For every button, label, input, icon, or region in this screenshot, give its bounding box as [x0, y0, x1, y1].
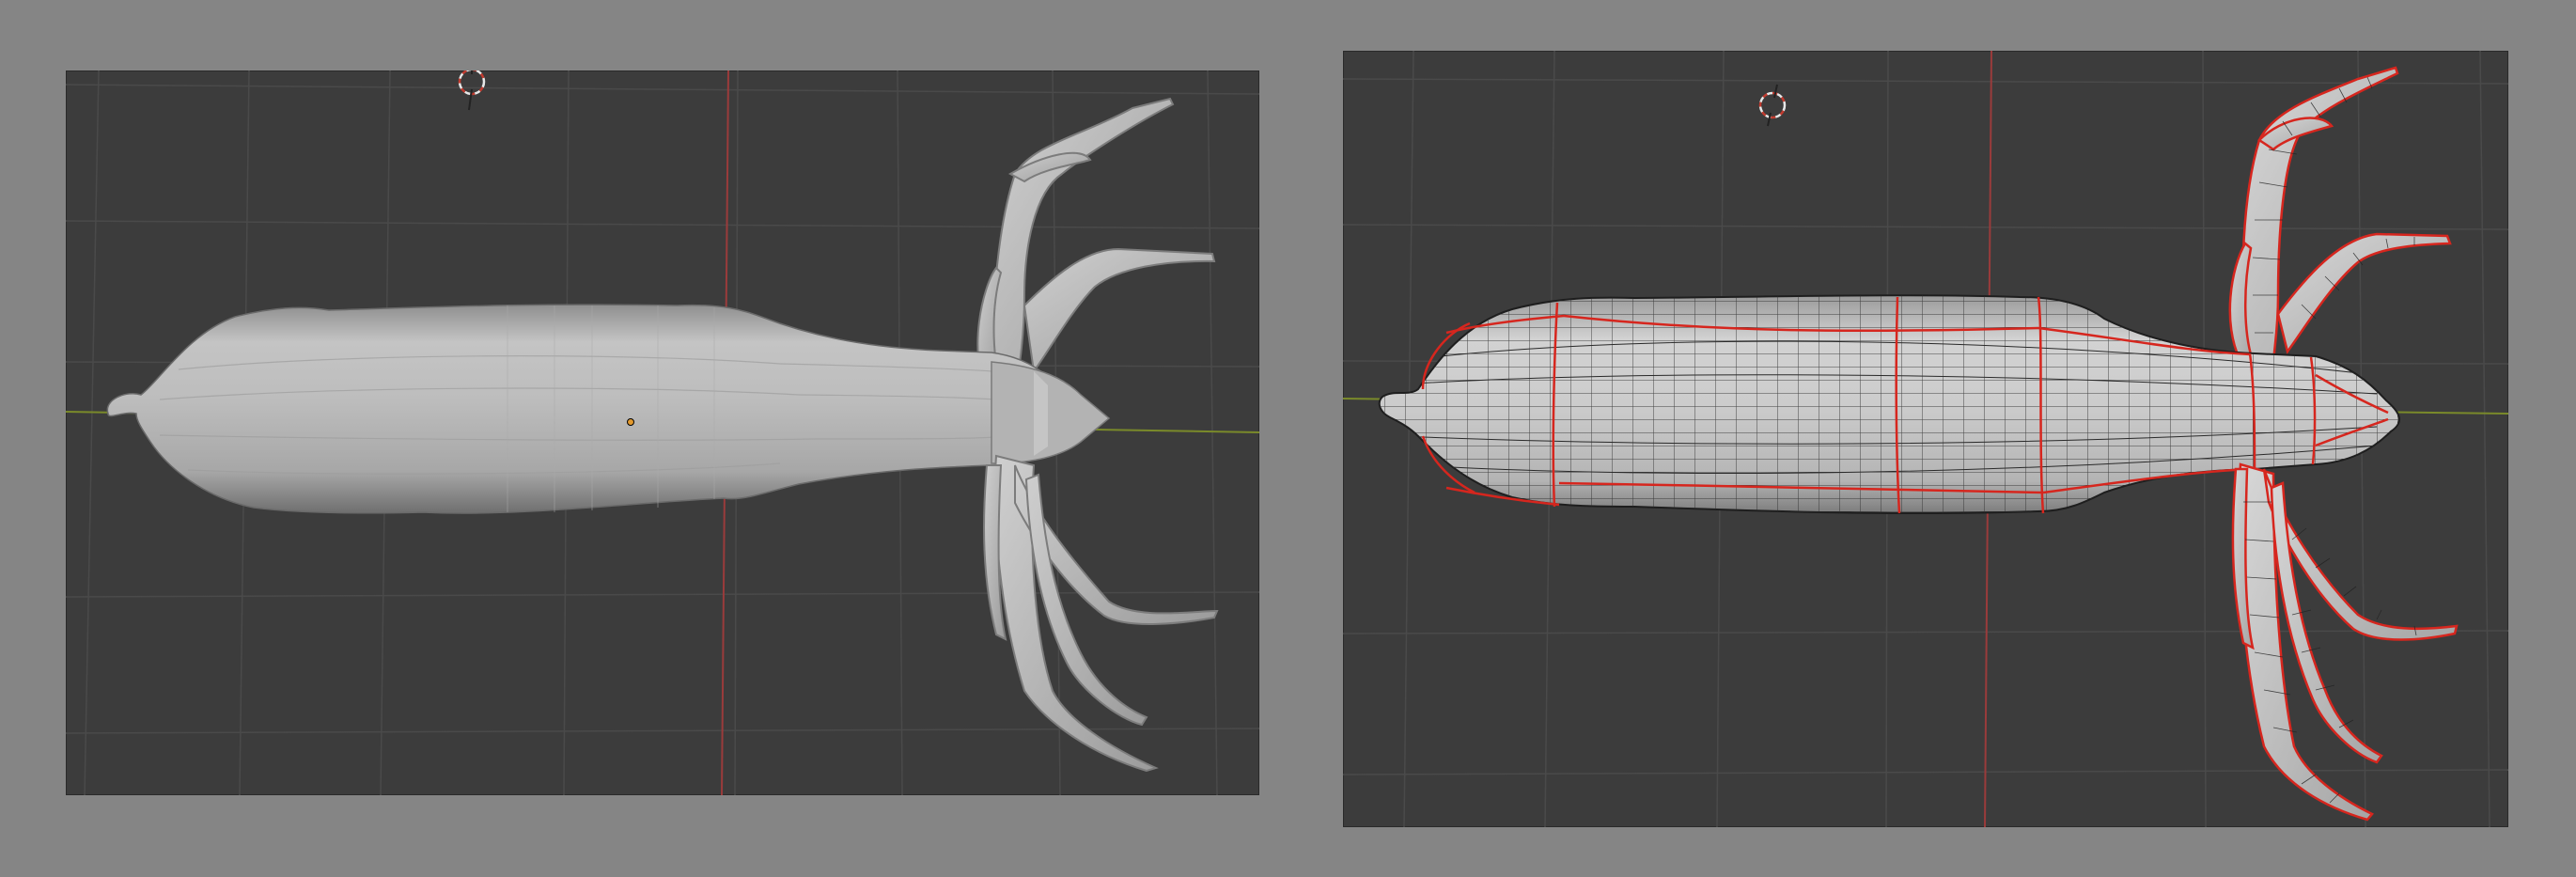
object-origin[interactable] — [627, 418, 634, 426]
creature-mesh[interactable] — [106, 97, 1219, 773]
3d-cursor-icon[interactable] — [458, 70, 486, 111]
creature-mesh-wire[interactable] — [1343, 66, 2508, 822]
3d-cursor-icon[interactable] — [1758, 84, 1787, 127]
viewport-wireframe-view[interactable] — [1343, 51, 2508, 827]
viewport-canvas-wire[interactable] — [1343, 51, 2508, 827]
creature-head — [991, 361, 1111, 464]
viewport-solid-view[interactable] — [66, 70, 1259, 795]
viewport-canvas[interactable] — [66, 70, 1259, 795]
creature-body — [106, 304, 1081, 514]
screenshot-composite — [0, 0, 2576, 877]
